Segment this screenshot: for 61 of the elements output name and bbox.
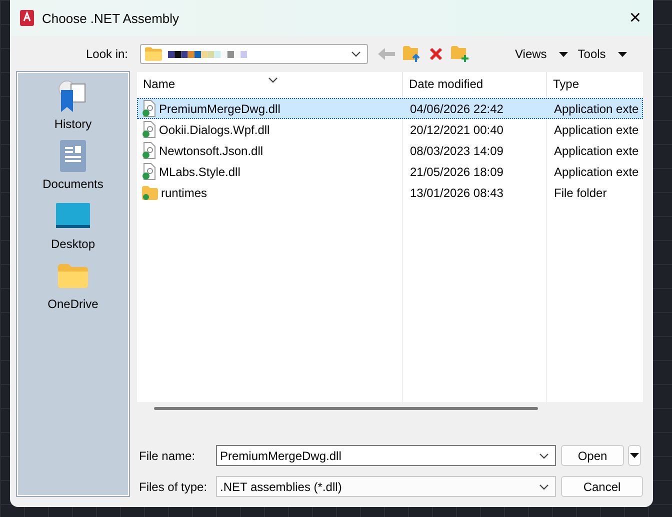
column-header[interactable]: Name bbox=[137, 72, 402, 96]
file-name: Ookii.Dialogs.Wpf.dll bbox=[159, 122, 270, 136]
delete-icon[interactable] bbox=[429, 47, 443, 61]
file-name-field[interactable]: PremiumMergeDwg.dll bbox=[216, 445, 556, 466]
file-row[interactable]: MLabs.Style.dll 21/05/2026 18:09 Application exte bbox=[137, 161, 643, 182]
sort-indicator-icon bbox=[268, 77, 278, 83]
folder-icon bbox=[58, 264, 88, 288]
open-options-button[interactable] bbox=[628, 445, 641, 466]
dll-file-icon bbox=[142, 100, 156, 117]
cancel-button[interactable]: Cancel bbox=[561, 476, 643, 497]
type-cell: Application exte bbox=[554, 122, 639, 136]
look-in-dropdown[interactable] bbox=[140, 44, 368, 64]
file-name: PremiumMergeDwg.dll bbox=[159, 102, 280, 116]
date-cell: 21/05/2026 18:09 bbox=[410, 164, 504, 178]
column-header[interactable]: Type bbox=[546, 72, 643, 96]
dropdown-arrow-icon[interactable] bbox=[618, 52, 627, 56]
type-cell: Application exte bbox=[554, 102, 639, 116]
type-cell: Application exte bbox=[554, 144, 639, 158]
place-item[interactable]: History bbox=[54, 117, 92, 131]
dropdown-arrow-icon[interactable] bbox=[558, 52, 568, 56]
file-row[interactable]: Ookii.Dialogs.Wpf.dll 20/12/2021 00:40 Application exte bbox=[137, 119, 643, 140]
folder-icon bbox=[142, 186, 158, 200]
dll-file-icon bbox=[142, 121, 156, 138]
file-name: runtimes bbox=[161, 186, 208, 200]
file-row[interactable]: runtimes 13/01/2026 08:43 File folder bbox=[137, 182, 643, 203]
folder-icon bbox=[145, 47, 162, 61]
place-item[interactable]: OneDrive bbox=[48, 297, 98, 311]
chevron-icon bbox=[539, 452, 549, 458]
chevron-icon bbox=[539, 484, 549, 490]
place-item[interactable]: Documents bbox=[42, 177, 104, 191]
file-name: Newtonsoft.Json.dll bbox=[159, 144, 264, 158]
file-name: MLabs.Style.dll bbox=[159, 164, 240, 178]
dll-file-icon bbox=[142, 142, 156, 159]
folder-up-icon[interactable] bbox=[403, 46, 421, 62]
chevron-icon bbox=[351, 51, 361, 57]
horizontal-scrollbar[interactable] bbox=[154, 406, 538, 410]
tools-menu[interactable]: Tools bbox=[574, 47, 610, 61]
close-button[interactable]: × bbox=[625, 8, 645, 28]
column-header[interactable]: Date modified bbox=[402, 72, 546, 96]
file-type-dropdown[interactable]: .NET assemblies (*.dll) bbox=[216, 476, 556, 497]
date-cell: 08/03/2023 14:09 bbox=[410, 144, 504, 158]
file-type-label: Files of type: bbox=[138, 480, 208, 494]
date-cell: 13/01/2026 08:43 bbox=[410, 186, 504, 200]
dll-file-icon bbox=[142, 163, 156, 180]
open-button[interactable]: Open bbox=[561, 445, 624, 466]
type-cell: Application exte bbox=[554, 164, 639, 178]
document-icon bbox=[60, 140, 86, 172]
new-folder-icon[interactable] bbox=[451, 46, 469, 62]
file-row[interactable]: Newtonsoft.Json.dll 08/03/2023 14:09 Application exte bbox=[137, 140, 643, 161]
monitor-icon bbox=[56, 203, 90, 229]
look-in-label: Look in: bbox=[84, 47, 129, 61]
place-item[interactable]: Desktop bbox=[50, 237, 96, 251]
file-name-label: File name: bbox=[138, 448, 196, 462]
date-cell: 20/12/2021 00:40 bbox=[410, 122, 504, 136]
window-title: Choose .NET Assembly bbox=[42, 10, 180, 26]
file-row[interactable]: PremiumMergeDwg.dll 04/06/2026 22:42 Application exte bbox=[137, 98, 643, 119]
views-menu[interactable]: Views bbox=[511, 47, 551, 61]
type-cell: File folder bbox=[554, 186, 607, 200]
caret-icon bbox=[630, 453, 639, 458]
app-logo-icon bbox=[20, 10, 34, 26]
date-cell: 04/06/2026 22:42 bbox=[410, 102, 504, 116]
